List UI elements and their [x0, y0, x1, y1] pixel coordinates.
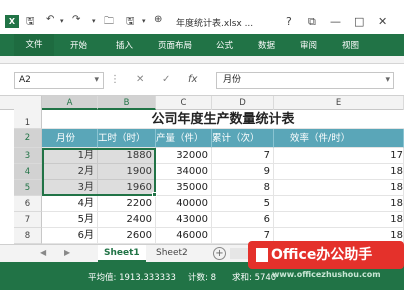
table-cell[interactable]: 2200 — [98, 196, 156, 212]
table-cell[interactable]: 18 — [274, 180, 404, 196]
table-cell[interactable]: 5月 — [42, 212, 98, 228]
header-cell-hours[interactable]: 工时（时） — [98, 129, 156, 148]
chevron-right-icon[interactable]: ▶ — [64, 248, 70, 257]
tab-home[interactable]: 开始 — [70, 39, 87, 51]
status-average: 平均值: 1913.333333 — [88, 273, 176, 283]
table-cell[interactable]: 18 — [274, 212, 404, 228]
column-header-e[interactable]: E — [274, 96, 404, 110]
close-button[interactable]: ✕ — [378, 15, 387, 28]
sheet-title[interactable]: 公司年度生产数量统计表 — [42, 110, 404, 129]
expand-formula-bar-icon[interactable]: ▾ — [385, 73, 390, 88]
table-cell[interactable]: 2400 — [98, 212, 156, 228]
column-header-d[interactable]: D — [212, 96, 274, 110]
name-box-value: A2 — [19, 75, 31, 85]
status-count: 计数: 8 — [188, 273, 216, 283]
table-cell[interactable]: 6月 — [42, 228, 98, 244]
undo-icon[interactable]: ↶ — [46, 14, 54, 25]
watermark-text: Office办公助手 — [271, 247, 373, 263]
ribbon-display-button[interactable]: ⧉ — [308, 15, 316, 29]
ribbon-tabs: 文件 开始 插入 页面布局 公式 数据 审阅 视图 — [0, 34, 404, 56]
help-button[interactable]: ? — [286, 15, 292, 28]
customize-qat-icon[interactable]: ▾ — [142, 17, 146, 25]
column-header-b[interactable]: B — [98, 96, 156, 110]
header-cell-output[interactable]: 产量（件） — [156, 129, 212, 148]
row-header-4[interactable]: 4 — [14, 164, 42, 180]
header-cell-month[interactable]: 月份 — [42, 129, 98, 148]
window-title: 年度统计表.xlsx ... — [176, 19, 254, 29]
ribbon-collapsed-area — [0, 56, 404, 64]
save-icon[interactable]: 🖫 — [26, 14, 35, 31]
table-cell[interactable]: 18 — [274, 164, 404, 180]
tab-formulas[interactable]: 公式 — [216, 39, 233, 51]
table-cell[interactable]: 34000 — [156, 164, 212, 180]
formula-bar: A2 ▾ ⋮ ✕ ✓ fx 月份 ▾ — [0, 64, 404, 96]
row-header-1[interactable]: 1 — [14, 110, 42, 129]
header-cell-cumulative[interactable]: 累计（次） — [212, 129, 274, 148]
column-headers: A B C D E — [0, 96, 404, 110]
tab-sheet2[interactable]: Sheet2 — [150, 245, 194, 262]
worksheet-grid[interactable]: A B C D E 1 2 3 4 5 6 7 8 公司年度生产数量统计表 月份… — [0, 96, 404, 244]
tab-view[interactable]: 视图 — [342, 39, 359, 51]
title-bar: X 🖫 ↶ ▾ ↷ ▾ 🗀 🖫 ▾ ⊕ 年度统计表.xlsx ... ? ⧉ —… — [0, 0, 404, 34]
watermark-url: www.officezhushou.com — [272, 270, 381, 279]
maximize-button[interactable]: □ — [354, 15, 364, 28]
header-cell-efficiency[interactable]: 效率（件/时） — [274, 129, 404, 148]
quick-save-icon[interactable]: 🖫 — [126, 14, 135, 31]
tab-data[interactable]: 数据 — [258, 39, 275, 51]
table-cell[interactable]: 6 — [212, 212, 274, 228]
chevron-left-icon[interactable]: ◀ — [40, 248, 46, 257]
table-cell[interactable]: 5 — [212, 196, 274, 212]
chevron-down-icon[interactable]: ▾ — [94, 73, 99, 88]
table-cell[interactable]: 9 — [212, 164, 274, 180]
table-cell[interactable]: 2600 — [98, 228, 156, 244]
enter-icon[interactable]: ✓ — [162, 74, 170, 85]
row-header-5[interactable]: 5 — [14, 180, 42, 196]
table-cell[interactable]: 35000 — [156, 180, 212, 196]
select-all-corner[interactable] — [14, 96, 42, 110]
tab-file[interactable]: 文件 — [14, 34, 54, 56]
formula-input[interactable]: 月份 ▾ — [216, 72, 394, 89]
column-header-a[interactable]: A — [42, 96, 98, 110]
redo-dropdown-icon[interactable]: ▾ — [92, 17, 96, 25]
row-header-8[interactable]: 8 — [14, 228, 42, 244]
column-header-c[interactable]: C — [156, 96, 212, 110]
fill-handle[interactable] — [152, 192, 157, 197]
row-header-2[interactable]: 2 — [14, 129, 42, 148]
undo-dropdown-icon[interactable]: ▾ — [60, 17, 64, 25]
formula-value: 月份 — [223, 75, 242, 85]
row-header-3[interactable]: 3 — [14, 148, 42, 164]
row-header-7[interactable]: 7 — [14, 212, 42, 228]
redo-icon[interactable]: ↷ — [72, 14, 80, 25]
excel-app-icon: X — [5, 15, 19, 28]
row-header-6[interactable]: 6 — [14, 196, 42, 212]
minimize-button[interactable]: — — [330, 15, 341, 28]
tab-insert[interactable]: 插入 — [116, 39, 133, 51]
insert-function-icon[interactable]: fx — [188, 74, 197, 85]
tab-review[interactable]: 审阅 — [300, 39, 317, 51]
status-sum: 求和: 5740 — [232, 273, 277, 283]
table-cell[interactable]: 43000 — [156, 212, 212, 228]
table-cell[interactable]: 40000 — [156, 196, 212, 212]
table-cell[interactable]: 18 — [274, 196, 404, 212]
drag-handle-icon[interactable]: ⋮ — [110, 74, 120, 85]
watermark-badge: Office办公助手 — [248, 241, 404, 269]
table-cell[interactable]: 7 — [212, 148, 274, 164]
pin-icon[interactable]: ⊕ — [154, 14, 162, 25]
table-cell[interactable]: 17 — [274, 148, 404, 164]
tab-page-layout[interactable]: 页面布局 — [158, 39, 192, 51]
add-sheet-button[interactable]: + — [213, 247, 226, 260]
name-box[interactable]: A2 ▾ — [14, 72, 104, 89]
tab-sheet1[interactable]: Sheet1 — [98, 245, 146, 262]
office-logo-icon — [256, 248, 268, 262]
table-cell[interactable]: 4月 — [42, 196, 98, 212]
selection-range — [42, 148, 156, 196]
table-cell[interactable]: 8 — [212, 180, 274, 196]
table-cell[interactable]: 32000 — [156, 148, 212, 164]
table-cell[interactable]: 46000 — [156, 228, 212, 244]
open-folder-icon[interactable]: 🗀 — [104, 14, 114, 31]
cancel-icon[interactable]: ✕ — [136, 74, 144, 85]
